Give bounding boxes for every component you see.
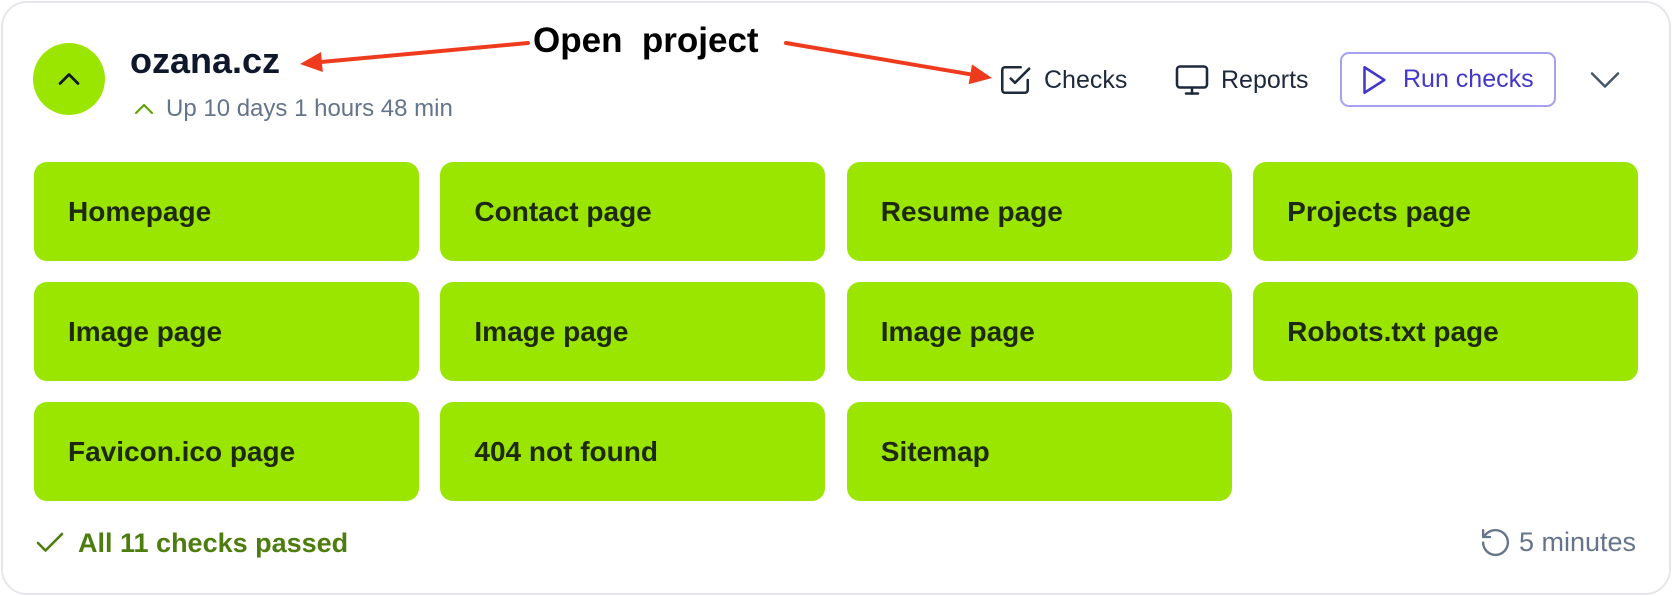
check-tile-label: Image page [880, 315, 1035, 347]
checks-link[interactable]: Checks [998, 62, 1127, 98]
check-tile[interactable]: Image page [846, 282, 1232, 382]
refresh-icon [1481, 528, 1509, 557]
check-tile-label: Sitemap [880, 435, 990, 467]
check-tile[interactable]: Resume page [846, 162, 1232, 261]
collapse-toggle-button[interactable] [33, 43, 105, 115]
check-icon [36, 532, 64, 552]
page: ozana.cz Up 10 days 1 hours 48 min Open … [0, 0, 1672, 596]
check-tile[interactable]: 404 not found [440, 402, 826, 502]
check-tile-label: 404 not found [474, 435, 658, 467]
expand-menu-button[interactable] [1579, 54, 1631, 106]
check-tile-label: Resume page [880, 195, 1063, 227]
check-tile-label: Contact page [474, 195, 652, 227]
check-tile-label: Projects page [1287, 195, 1471, 227]
chevron-down-icon [1590, 72, 1620, 88]
project-title[interactable]: ozana.cz [130, 41, 280, 81]
check-tile[interactable]: Favicon.ico page [34, 402, 419, 502]
reports-link[interactable]: Reports [1174, 62, 1309, 98]
check-tile[interactable]: Projects page [1253, 162, 1639, 261]
checks-label: Checks [1044, 65, 1128, 94]
check-interval: 5 minutes [1479, 526, 1636, 559]
check-tile-label: Favicon.ico page [68, 435, 296, 467]
checks-status-text: All 11 checks passed [78, 527, 349, 558]
check-tile-label: Robots.txt page [1287, 315, 1499, 347]
check-tile-label: Homepage [68, 195, 212, 227]
check-tile[interactable]: Image page [34, 282, 419, 382]
chevron-up-icon [134, 103, 154, 115]
reports-label: Reports [1221, 65, 1309, 94]
check-tile[interactable]: Homepage [34, 162, 419, 261]
check-square-icon [1000, 65, 1031, 95]
run-checks-button[interactable]: Run checks [1340, 52, 1556, 107]
checks-grid: Homepage Contact page Resume page Projec… [34, 162, 1639, 502]
check-tile[interactable]: Contact page [440, 162, 826, 261]
check-tile[interactable]: Sitemap [846, 402, 1232, 502]
check-tile[interactable]: Robots.txt page [1253, 282, 1639, 382]
chevron-up-icon [58, 73, 80, 85]
monitor-icon [1175, 65, 1209, 95]
run-checks-label: Run checks [1403, 65, 1534, 93]
check-tile-label: Image page [474, 315, 629, 347]
check-interval-text: 5 minutes [1518, 527, 1636, 557]
play-icon [1363, 65, 1386, 94]
annotation-label: Open project [533, 21, 759, 60]
check-tile[interactable]: Image page [440, 282, 826, 382]
check-tile-label: Image page [68, 315, 223, 347]
checks-status: All 11 checks passed [32, 525, 348, 561]
uptime-text: Up 10 days 1 hours 48 min [166, 95, 453, 122]
